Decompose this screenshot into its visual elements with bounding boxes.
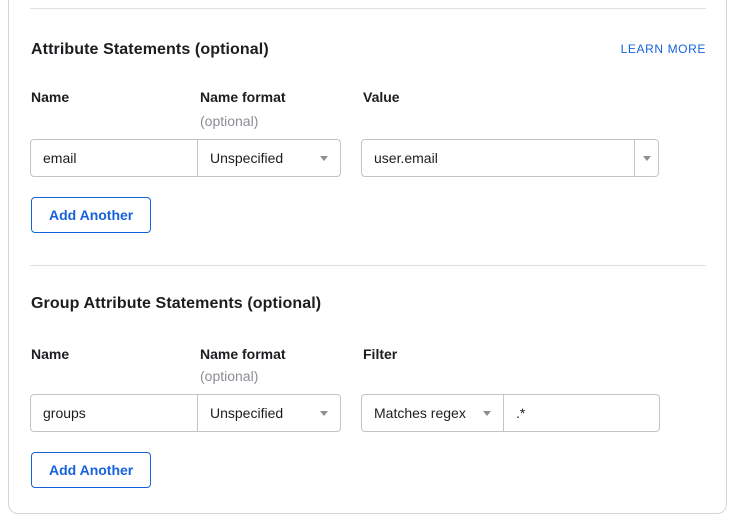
chevron-down-icon bbox=[320, 156, 328, 161]
attribute-value-input[interactable] bbox=[362, 140, 634, 176]
attribute-name-format-value: Unspecified bbox=[210, 150, 283, 166]
attribute-name-input[interactable] bbox=[30, 139, 198, 177]
section-divider-middle bbox=[30, 265, 706, 266]
attribute-name-format-select[interactable]: Unspecified bbox=[197, 139, 341, 177]
attribute-value-dropdown-button[interactable] bbox=[635, 140, 658, 176]
group-attribute-name-format-select[interactable]: Unspecified bbox=[197, 394, 341, 432]
column-header-value: Value bbox=[363, 90, 400, 105]
column-header-name-format-note: (optional) bbox=[200, 114, 258, 129]
column-header-name: Name bbox=[31, 90, 69, 105]
chevron-down-icon bbox=[320, 411, 328, 416]
add-another-attribute-button[interactable]: Add Another bbox=[31, 197, 151, 233]
group-attribute-statements-title: Group Attribute Statements (optional) bbox=[31, 295, 321, 313]
section-divider-top bbox=[30, 8, 706, 9]
group-attribute-name-format-value: Unspecified bbox=[210, 405, 283, 421]
column-header-name-format: Name format bbox=[200, 347, 286, 362]
filter-type-select[interactable]: Matches regex bbox=[362, 395, 503, 431]
filter-type-value: Matches regex bbox=[374, 405, 466, 421]
column-header-name-format: Name format bbox=[200, 90, 286, 105]
attribute-statements-title: Attribute Statements (optional) bbox=[31, 41, 269, 59]
group-attribute-filter-control: Matches regex bbox=[361, 394, 660, 432]
attribute-value-combobox bbox=[361, 139, 659, 177]
learn-more-link[interactable]: LEARN MORE bbox=[621, 43, 706, 56]
column-header-name: Name bbox=[31, 347, 69, 362]
chevron-down-icon bbox=[483, 411, 491, 416]
column-header-name-format-note: (optional) bbox=[200, 369, 258, 384]
add-another-group-attribute-button[interactable]: Add Another bbox=[31, 452, 151, 488]
filter-value-input[interactable] bbox=[504, 395, 659, 431]
column-header-filter: Filter bbox=[363, 347, 397, 362]
chevron-down-icon bbox=[643, 156, 651, 161]
group-attribute-name-input[interactable] bbox=[30, 394, 198, 432]
settings-card bbox=[8, 0, 727, 514]
